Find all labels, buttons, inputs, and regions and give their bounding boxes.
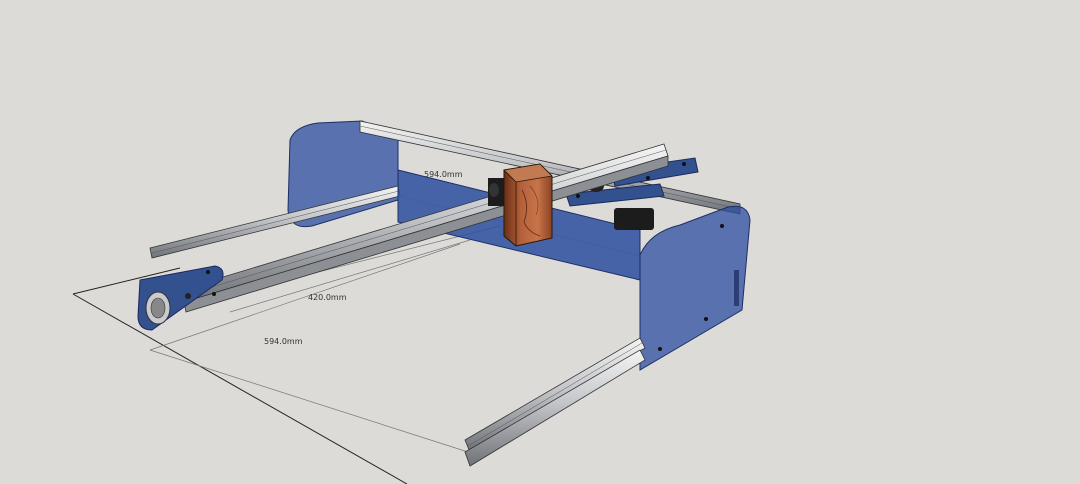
modeling-viewport[interactable]: 420.0mm 594.0mm 594.0mm	[0, 0, 1080, 484]
dimension-width-label: 420.0mm	[308, 293, 347, 302]
front-bottom-rail	[464, 337, 646, 467]
wooden-pen-carriage[interactable]	[503, 163, 553, 247]
dimension-length-label: 594.0mm	[264, 337, 303, 346]
front-side-panel	[639, 205, 751, 371]
cnc-plotter-3d-model[interactable]: 420.0mm 594.0mm 594.0mm	[0, 0, 1080, 484]
paper-sheet-outline	[72, 267, 408, 484]
